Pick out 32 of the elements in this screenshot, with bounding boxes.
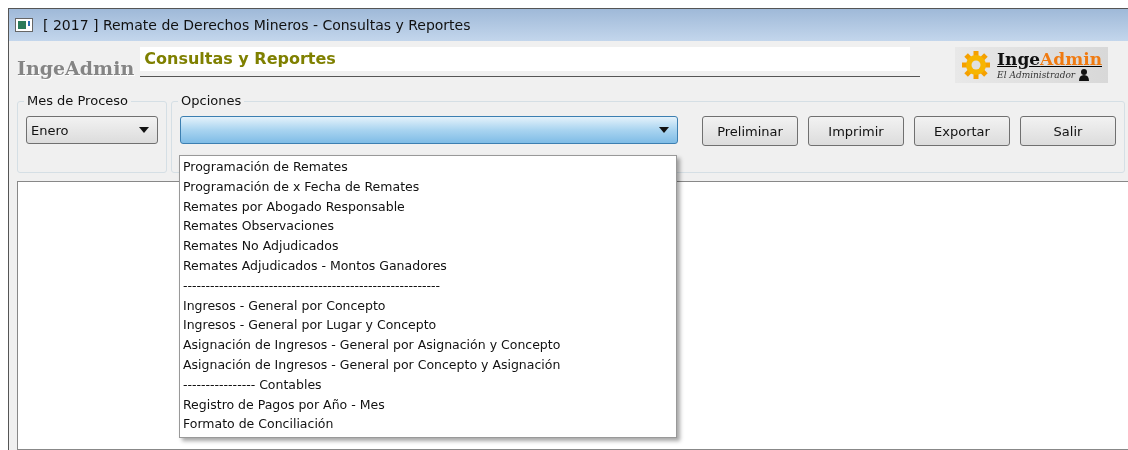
options-dropdown[interactable] (180, 116, 678, 144)
option-item[interactable]: Remates Observaciones (183, 216, 676, 237)
caret-icon (139, 127, 149, 133)
option-item[interactable]: Ingresos - General por Concepto (183, 295, 676, 316)
action-button[interactable]: Imprimir (808, 116, 904, 146)
option-item[interactable]: ---------------- Contables (183, 374, 676, 395)
option-item[interactable]: --------------------------------------------------------- (183, 275, 676, 296)
group-label: Opciones (178, 93, 245, 108)
option-item[interactable]: Programación de Remates (183, 157, 676, 177)
month-dropdown[interactable]: Enero (26, 116, 158, 144)
option-item[interactable]: Asignación de Ingresos - General por Concepto y Asignación (183, 354, 676, 375)
action-button[interactable]: Preliminar (702, 116, 798, 146)
option-item[interactable]: Remates No Adjudicados (183, 236, 676, 256)
option-item[interactable]: Programación de x Fecha de Remates (183, 176, 676, 197)
option-item[interactable]: Formato de Conciliación (183, 414, 676, 435)
action-button[interactable]: Salir (1020, 116, 1116, 146)
logo-tagline: El Administrador (997, 70, 1076, 80)
gear-icon (961, 50, 992, 80)
window-title: [ 2017 ] Remate de Derechos Mineros - Consultas y Reportes (43, 17, 471, 33)
action-button[interactable]: Exportar (914, 116, 1010, 146)
option-item[interactable]: Registro de Pagos por Año - Mes (183, 394, 676, 415)
option-item[interactable]: Ingresos - General por Lugar y Concepto (183, 315, 676, 336)
group-label: Mes de Proceso (24, 93, 131, 108)
option-item[interactable]: Remates por Abogado Responsable (183, 196, 676, 217)
logo-name: IngeAdmin (997, 49, 1102, 69)
option-item[interactable]: Remates Adjudicados - Montos Ganadores (183, 256, 676, 276)
app-name: IngeAdmin (17, 57, 135, 79)
option-item[interactable]: Asignación de Ingresos - General por Asignación y Concepto (183, 335, 676, 355)
section-title: Consultas y Reportes (140, 47, 911, 71)
caret-icon (659, 127, 669, 133)
person-icon (1079, 69, 1090, 81)
window-icon (15, 18, 33, 32)
